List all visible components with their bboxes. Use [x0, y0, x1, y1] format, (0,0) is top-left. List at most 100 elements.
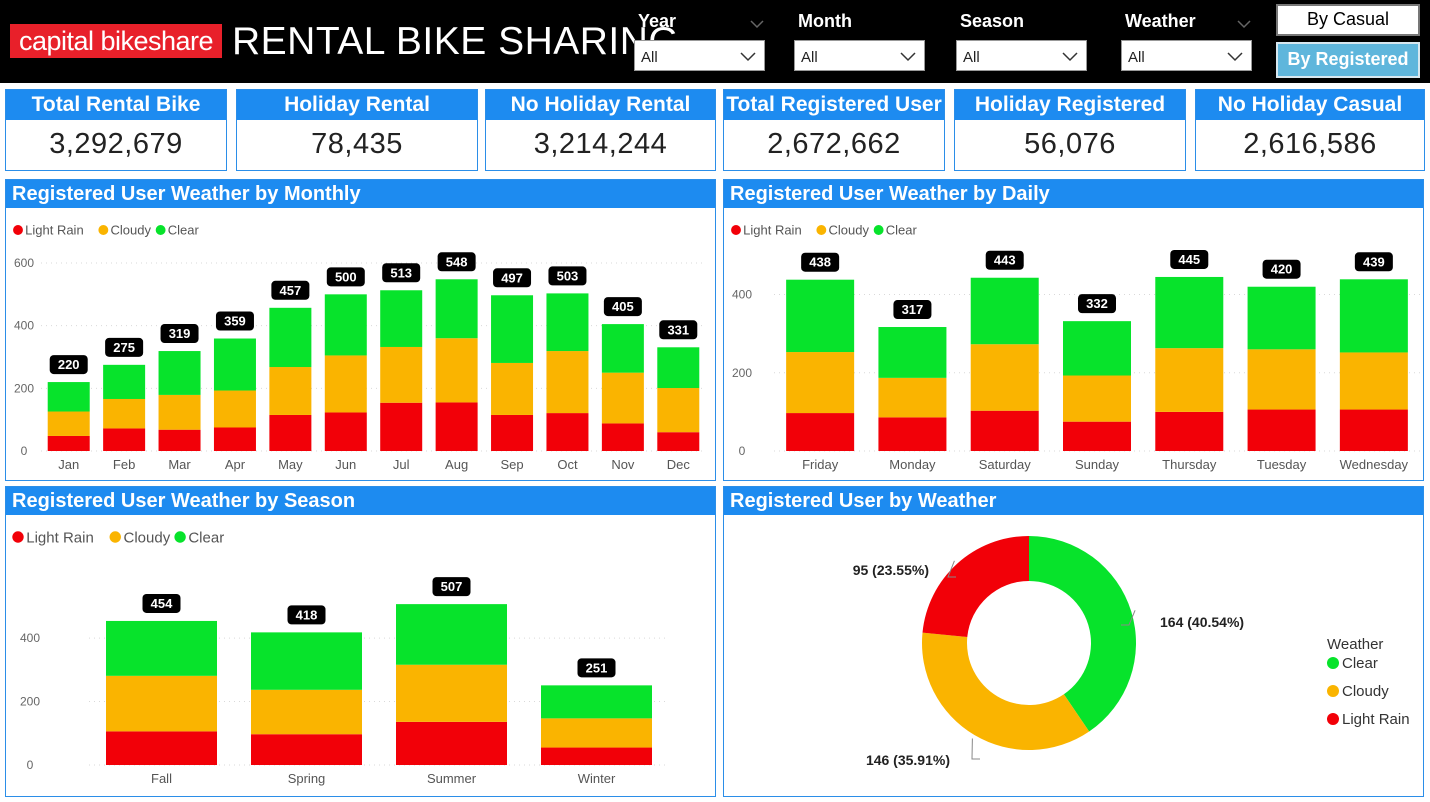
- donut-slice-clear[interactable]: [1029, 536, 1136, 732]
- bar-segment-cloudy[interactable]: [47, 411, 90, 436]
- bar-segment-cloudy[interactable]: [786, 352, 855, 414]
- bar-segment-cloudy[interactable]: [213, 390, 256, 428]
- bar-segment-clear[interactable]: [380, 290, 423, 347]
- bar-segment-cloudy[interactable]: [1339, 352, 1408, 410]
- bar-segment-light-rain[interactable]: [1247, 409, 1316, 451]
- bar-segment-clear[interactable]: [1063, 321, 1131, 376]
- bar-segment-clear[interactable]: [269, 307, 312, 368]
- bar-segment-clear[interactable]: [251, 632, 362, 690]
- bar-segment-cloudy[interactable]: [1247, 349, 1316, 410]
- bar-segment-light-rain[interactable]: [1063, 421, 1131, 451]
- bar-segment-clear[interactable]: [970, 277, 1039, 345]
- legend-label[interactable]: Clear: [886, 223, 918, 238]
- legend-label[interactable]: Light Rain: [25, 223, 84, 238]
- weather-filter[interactable]: Weather All: [1121, 8, 1253, 72]
- donut-slice-light-rain[interactable]: [922, 536, 1029, 637]
- panel-title: Registered User Weather by Monthly: [6, 180, 715, 208]
- bar-segment-cloudy[interactable]: [541, 718, 652, 748]
- bar-segment-clear[interactable]: [878, 327, 947, 378]
- bar-segment-light-rain[interactable]: [1339, 409, 1408, 451]
- legend-label[interactable]: Light Rain: [743, 223, 802, 238]
- bar-segment-light-rain[interactable]: [546, 413, 589, 451]
- bar-segment-cloudy[interactable]: [601, 372, 644, 424]
- bar-segment-clear[interactable]: [324, 294, 367, 356]
- bar-segment-cloudy[interactable]: [103, 398, 146, 429]
- legend-label[interactable]: Cloudy: [124, 529, 171, 546]
- bar-segment-light-rain[interactable]: [396, 721, 507, 765]
- legend-label[interactable]: Light Rain: [1342, 711, 1410, 728]
- bar-segment-cloudy[interactable]: [269, 367, 312, 415]
- bar-segment-light-rain[interactable]: [878, 417, 947, 451]
- bar-segment-clear[interactable]: [435, 279, 478, 339]
- bar-segment-cloudy[interactable]: [380, 346, 423, 403]
- bar-segment-light-rain[interactable]: [786, 413, 855, 451]
- bar-segment-clear[interactable]: [546, 293, 589, 352]
- bar-segment-light-rain[interactable]: [541, 747, 652, 765]
- bar-segment-cloudy[interactable]: [1063, 375, 1131, 422]
- bar-segment-clear[interactable]: [1155, 276, 1224, 349]
- bar-segment-clear[interactable]: [47, 382, 90, 412]
- year-select[interactable]: All: [634, 40, 765, 71]
- bar-segment-light-rain[interactable]: [380, 402, 423, 451]
- bar-segment-clear[interactable]: [103, 364, 146, 399]
- bar-segment-cloudy[interactable]: [106, 675, 217, 732]
- season-filter[interactable]: Season All: [956, 8, 1088, 72]
- bar-segment-clear[interactable]: [541, 685, 652, 719]
- bar-segment-light-rain[interactable]: [970, 410, 1039, 451]
- bar-segment-clear[interactable]: [1339, 279, 1408, 353]
- season-stacked-bar-chart: Light Rain Cloudy Clear 0 200 400 454 Fall 418 Sp…: [12, 529, 669, 786]
- bar-segment-cloudy[interactable]: [1155, 348, 1224, 412]
- bar-segment-light-rain[interactable]: [158, 429, 201, 451]
- bar-segment-cloudy[interactable]: [657, 388, 700, 433]
- bar-segment-light-rain[interactable]: [269, 414, 312, 451]
- bar-segment-light-rain[interactable]: [657, 432, 700, 451]
- bar-segment-clear[interactable]: [601, 324, 644, 373]
- bar-segment-cloudy[interactable]: [970, 344, 1039, 411]
- legend-label[interactable]: Clear: [1342, 655, 1378, 672]
- bar-segment-clear[interactable]: [106, 620, 217, 676]
- kpi-label: Total Rental Bike: [6, 90, 226, 120]
- bar-segment-clear[interactable]: [657, 347, 700, 389]
- bar-segment-light-rain[interactable]: [103, 428, 146, 451]
- bar-segment-cloudy[interactable]: [251, 689, 362, 735]
- bar-segment-clear[interactable]: [213, 338, 256, 391]
- year-filter[interactable]: Year All: [634, 8, 766, 72]
- bar-segment-clear[interactable]: [1247, 286, 1316, 350]
- bar-segment-light-rain[interactable]: [1155, 411, 1224, 451]
- bar-segment-cloudy[interactable]: [878, 377, 947, 418]
- month-filter[interactable]: Month All: [794, 8, 926, 72]
- season-select[interactable]: All: [956, 40, 1087, 71]
- bar-segment-cloudy[interactable]: [491, 362, 534, 415]
- bar-segment-clear[interactable]: [491, 295, 534, 363]
- bar-segment-cloudy[interactable]: [324, 355, 367, 413]
- bar-segment-light-rain[interactable]: [213, 427, 256, 452]
- bar-segment-clear[interactable]: [158, 351, 201, 395]
- bar-segment-light-rain[interactable]: [324, 412, 367, 451]
- legend-label[interactable]: Cloudy: [111, 223, 152, 238]
- month-select[interactable]: All: [794, 40, 925, 71]
- chevron-down-icon[interactable]: [1237, 17, 1251, 31]
- bar-segment-cloudy[interactable]: [546, 351, 589, 414]
- bar-segment-cloudy[interactable]: [396, 664, 507, 722]
- bar-segment-light-rain[interactable]: [491, 414, 534, 451]
- bar-segment-light-rain[interactable]: [251, 734, 362, 765]
- legend-label[interactable]: Clear: [188, 529, 224, 546]
- legend-label[interactable]: Cloudy: [829, 223, 870, 238]
- bar-segment-light-rain[interactable]: [106, 731, 217, 765]
- bar-segment-clear[interactable]: [396, 604, 507, 665]
- bar-segment-light-rain[interactable]: [47, 435, 90, 451]
- weather-select[interactable]: All: [1121, 40, 1252, 71]
- by-registered-button[interactable]: By Registered: [1276, 42, 1420, 78]
- bar-segment-light-rain[interactable]: [601, 423, 644, 451]
- donut-slice-cloudy[interactable]: [922, 632, 1090, 750]
- legend-label[interactable]: Light Rain: [26, 529, 94, 546]
- by-casual-button[interactable]: By Casual: [1276, 4, 1420, 36]
- legend-label[interactable]: Clear: [168, 223, 200, 238]
- bar-segment-light-rain[interactable]: [435, 402, 478, 451]
- legend-label[interactable]: Cloudy: [1342, 683, 1389, 700]
- bar-segment-cloudy[interactable]: [158, 394, 201, 430]
- chevron-down-icon[interactable]: [750, 17, 764, 31]
- bar-segment-cloudy[interactable]: [435, 338, 478, 403]
- bar-segment-clear[interactable]: [786, 279, 855, 353]
- legend-marker: [731, 225, 741, 235]
